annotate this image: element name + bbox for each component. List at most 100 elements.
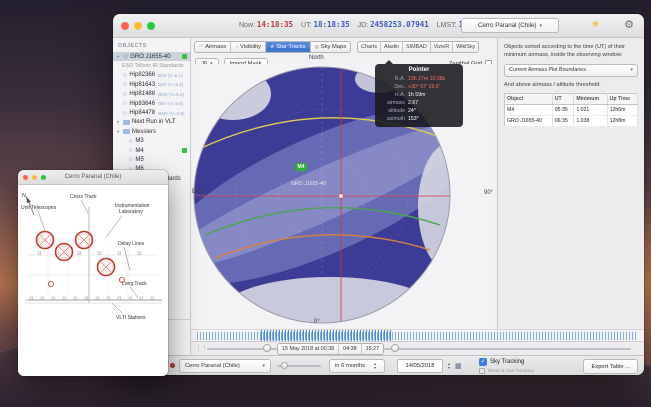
time-ticks-dense — [261, 330, 391, 341]
col-ut[interactable]: UT — [552, 94, 574, 105]
date-stepper-icon[interactable] — [445, 362, 453, 370]
night-histogram-strip — [191, 329, 644, 341]
favorites-star-icon[interactable] — [591, 19, 600, 30]
time-button-0438[interactable]: 04:38 — [339, 344, 362, 354]
tab-label: SIMBAD — [406, 44, 427, 50]
tab-visibility[interactable]: Visibility — [231, 42, 266, 52]
tab-label: Aladin — [384, 44, 399, 50]
minimize-button[interactable] — [134, 22, 142, 30]
col-uptime[interactable]: Up Time — [607, 94, 637, 105]
time-slider-row: 15 May 2018 at 00:38 04:38 15:27 — [191, 341, 644, 355]
sidebar-folder-messiers[interactable]: Messiers — [113, 127, 190, 136]
zoom-button[interactable] — [41, 175, 46, 180]
desktop: Now: 14:18:35 UT: 18:18:35 JD: 2458253.0… — [0, 0, 651, 407]
datetime-button[interactable]: 15 May 2018 at 00:38 — [278, 344, 339, 354]
window-controls — [23, 175, 46, 180]
sidebar-item-hip83646[interactable]: Hip83646 B8V (V=5.6) — [113, 99, 190, 108]
tab-label: Charts — [361, 44, 377, 50]
tab-vizier[interactable]: VizieR — [431, 42, 453, 52]
main-window: Now: 14:18:35 UT: 18:18:35 JD: 2458253.0… — [113, 14, 644, 375]
objects-header: OBJECTS — [113, 38, 190, 52]
sidebar-item-hip81643[interactable]: Hip81643 B3V (V=5.4) — [113, 80, 190, 89]
range-select[interactable]: in 6 months — [329, 359, 385, 373]
close-button[interactable] — [121, 22, 129, 30]
range-slider — [277, 365, 321, 367]
star-icon — [122, 72, 127, 79]
date-field[interactable]: 14/05/2018 — [397, 359, 443, 373]
sidebar-item-label: Hip82366 — [129, 72, 155, 78]
sidebar-item-detail: B3V (V=5.4) — [158, 82, 183, 87]
star-icon — [128, 156, 133, 163]
chevron-down-icon — [539, 22, 542, 29]
azimuth-90-label: 90° — [484, 190, 493, 196]
drag-handle-icon[interactable] — [195, 344, 207, 352]
chevron-down-icon — [630, 67, 633, 73]
delay-lines-label: Delay Lines — [118, 241, 145, 247]
sidebar-item-hip81488[interactable]: Hip81488 B5III (V=5.2) — [113, 90, 190, 99]
site-selector[interactable]: Cerro Paranal (Chile) — [461, 18, 559, 33]
calendar-icon[interactable] — [455, 362, 462, 370]
settings-gear-icon[interactable] — [624, 18, 634, 31]
sidebar-item-m5[interactable]: M5 — [113, 155, 190, 164]
time-button-1527[interactable]: 15:27 — [362, 344, 384, 354]
mini-titlebar: Cerro Paranal (Chile) — [18, 170, 168, 185]
tab-sky-maps[interactable]: Sky Maps — [311, 42, 351, 52]
sidebar-folder-next-run-in-vlt[interactable]: Next Run in VLT — [113, 118, 190, 127]
sidebar-item-m3[interactable]: M3 — [113, 137, 190, 146]
tab-simbad[interactable]: SIMBAD — [403, 42, 431, 52]
sidebar-item-label: Hip81643 — [129, 82, 155, 88]
bottom-site-select[interactable]: Cerro Paranal (Chile) — [179, 359, 271, 373]
slider-handle-start[interactable] — [263, 344, 271, 352]
range-slider-handle[interactable] — [281, 362, 288, 369]
clock-jd: JD: 2458253.07941 — [358, 20, 429, 29]
compass-east-label: East — [192, 189, 204, 195]
sidebar-item-label: M5 — [135, 157, 143, 163]
tab-wikisky[interactable]: WikiSky — [453, 42, 478, 52]
checkbox-label: Moon & Sun Tracking — [488, 369, 534, 374]
col-object[interactable]: Object — [505, 94, 553, 105]
export-table-button[interactable]: Export Table ... — [583, 359, 638, 374]
objects-table: Object UT Minimum Up Time M4 05:35 1.021… — [504, 93, 638, 127]
tab-airmass[interactable]: Airmass — [195, 42, 231, 52]
tab-charts[interactable]: Charts — [358, 42, 381, 52]
star-tracks-icon — [270, 45, 274, 50]
table-row[interactable]: GRO J1655-40 06:35 1.038 12h8m — [505, 116, 638, 127]
sky-tracking-option: Sky Tracking — [479, 358, 524, 366]
star-icon — [128, 138, 133, 145]
moon-sun-tracking-checkbox[interactable] — [479, 368, 485, 374]
sidebar-item-label: M3 — [135, 138, 143, 144]
zoom-button[interactable] — [147, 22, 155, 30]
sidebar-item-gro-j1655-40[interactable]: GRO J1655-40 — [113, 52, 190, 61]
range-select-wrap: in 6 months — [329, 359, 385, 373]
tooltip-row-ra: R.A.13h 27m 10.08s — [379, 75, 459, 83]
checkbox-label: Sky Tracking — [490, 359, 524, 365]
table-row[interactable]: M4 05:35 1.021 12h6m — [505, 105, 638, 116]
airmass-boundaries-select[interactable]: Current Airmass Plot Boundaries — [504, 64, 638, 77]
site-selector-value: Cerro Paranal (Chile) — [478, 22, 536, 29]
select-value: in 6 months — [335, 363, 365, 369]
sidebar-item-detail: B8V (V=5.6) — [158, 101, 183, 106]
window-controls — [121, 22, 155, 30]
north-label: N — [22, 193, 26, 199]
sidebar-item-label: Hip83646 — [129, 101, 155, 107]
tab-aladin[interactable]: Aladin — [381, 42, 403, 52]
date-control: 14/05/2018 — [397, 359, 462, 373]
tooltip-row-dec: Dec.+30° 07' 19.6" — [379, 83, 459, 91]
col-minimum[interactable]: Minimum — [574, 94, 607, 105]
select-value: Cerro Paranal (Chile) — [185, 363, 240, 369]
sidebar-item-hip84478[interactable]: Hip84478 B9IV (V=5.8) — [113, 108, 190, 117]
close-button[interactable] — [23, 175, 28, 180]
tab-label: VizieR — [434, 44, 449, 50]
group-label: ESO Telluric IR Standards — [122, 63, 183, 69]
sidebar-item-m4[interactable]: M4 — [113, 146, 190, 155]
minimize-button[interactable] — [32, 175, 37, 180]
vlt-platform-diagram: N — [18, 185, 168, 376]
m4-map-badge[interactable]: M4 — [295, 163, 307, 171]
tab-star-tracks[interactable]: Star Tracks — [266, 42, 311, 52]
folder-icon — [123, 129, 130, 134]
slider-handle-end[interactable] — [391, 344, 399, 352]
sky-tracking-checkbox[interactable] — [479, 358, 487, 366]
sidebar-item-hip82366[interactable]: Hip82366 B2II (V=5.1) — [113, 71, 190, 80]
stepper-icon[interactable] — [371, 362, 379, 370]
sidebar-item-detail: B2II (V=5.1) — [158, 73, 183, 78]
